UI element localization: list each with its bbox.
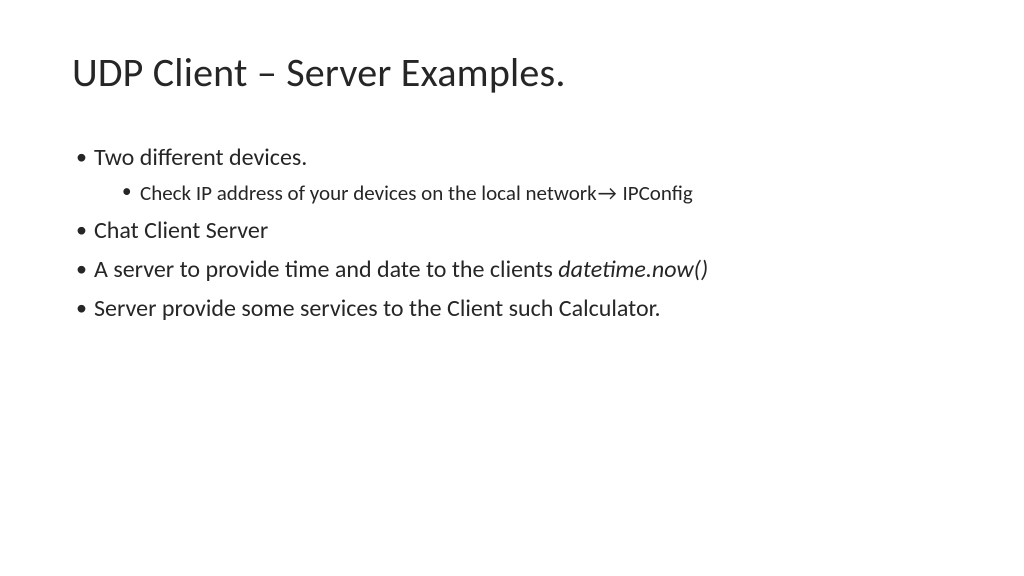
slide: UDP Client – Server Examples. Two differ… [0,0,1024,576]
arrow-icon: → [598,178,617,208]
bullet-item: Two different devices. Check IP address … [72,141,952,208]
bullet-list: Two different devices. Check IP address … [72,141,952,327]
sub-bullet-list: Check IP address of your devices on the … [94,178,952,208]
bullet-text-code: datetime.now() [558,255,708,284]
bullet-item: Server provide some services to the Clie… [72,292,952,327]
bullet-item: Chat Client Server [72,214,952,249]
bullet-text-pre: A server to provide time and date to the… [94,255,558,284]
sub-bullet-item: Check IP address of your devices on the … [120,178,952,208]
bullet-item: A server to provide time and date to the… [72,253,952,288]
slide-title: UDP Client – Server Examples. [72,48,952,97]
bullet-text: Server provide some services to the Clie… [94,294,661,323]
sub-bullet-text-pre: Check IP address of your devices on the … [140,180,597,206]
bullet-text: Chat Client Server [94,216,268,245]
sub-bullet-text-post: IPConfig [618,180,693,206]
bullet-text: Two different devices. [94,143,307,172]
